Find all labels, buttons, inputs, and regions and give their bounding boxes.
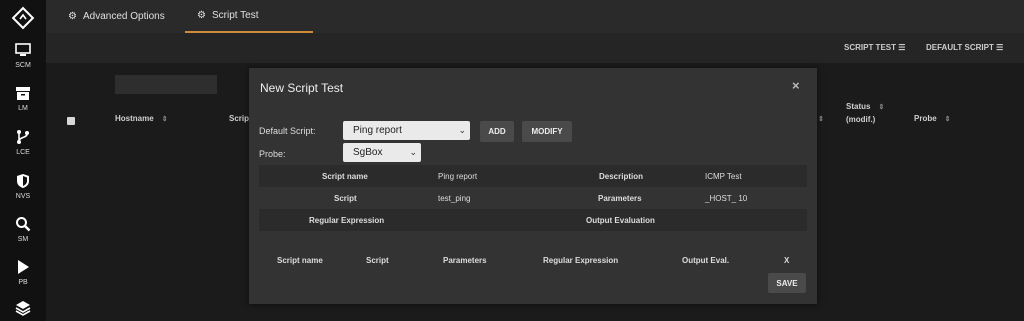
details-row-3: Regular Expression Output Evaluation [259, 209, 807, 231]
column-label: Probe [914, 114, 937, 123]
probe-label: Probe: [259, 149, 286, 159]
sidebar-item-label: LM [18, 105, 28, 112]
new-script-test-modal: New Script Test × Default Script: Ping r… [249, 68, 817, 304]
filter-input[interactable] [115, 75, 217, 94]
probe-value: SgBox [353, 147, 383, 158]
sort-icon: ⇕ [944, 116, 951, 123]
chevron-down-icon: ⌄ [458, 125, 466, 135]
default-script-value: Ping report [353, 125, 402, 136]
script-name-label: Script name [322, 172, 368, 181]
archive-icon [16, 87, 30, 100]
default-script-menu-button[interactable]: DEFAULT SCRIPT ☰ [926, 43, 1003, 52]
sidebar-item-label: SM [17, 236, 29, 243]
tab-label: Advanced Options [82, 11, 165, 22]
toolbar: SCRIPT TEST ☰ DEFAULT SCRIPT ☰ [46, 33, 1024, 63]
column-label: Status [846, 102, 871, 111]
sort-icon: ⇕ [161, 116, 168, 123]
modify-button[interactable]: MODIFY [522, 121, 572, 142]
sidebar-item-scm[interactable]: SCM [0, 41, 46, 69]
output-evaluation-label: Output Evaluation [586, 216, 655, 225]
sort-icon: ⇕ [878, 104, 885, 111]
sidebar-item-label: LCE [16, 149, 30, 156]
column-label: Hostname [115, 114, 154, 123]
menu-icon: ☰ [996, 43, 1004, 52]
top-tab-bar: ⚙ Advanced Options ⚙ Script Test [46, 0, 1024, 33]
parameters-label: Parameters [598, 194, 642, 203]
monitor-icon [15, 43, 31, 56]
column-label: Scrip [229, 114, 250, 123]
shield-icon [17, 174, 29, 188]
sidebar-item-label: PB [18, 279, 28, 286]
list-header-output-eval: Output Eval. [682, 256, 730, 265]
layers-icon [15, 301, 31, 316]
modal-title: New Script Test [260, 81, 344, 95]
details-row-2: Script test_ping Parameters _HOST_ 10 [259, 187, 807, 209]
tab-advanced-options[interactable]: ⚙ Advanced Options [68, 0, 188, 33]
logo-icon[interactable] [11, 6, 35, 30]
script-test-menu-button[interactable]: SCRIPT TEST ☰ [844, 43, 905, 52]
list-header-script-name: Script name [277, 256, 323, 265]
column-header-hostname[interactable]: Hostname ⇕ [115, 114, 168, 123]
parameters-value: _HOST_ 10 [705, 194, 748, 203]
script-test-label: SCRIPT TEST [844, 43, 897, 52]
select-all-checkbox[interactable] [67, 117, 75, 125]
sidebar-item-lce[interactable]: LCE [0, 128, 46, 156]
script-value: test_ping [438, 194, 471, 203]
regex-label: Regular Expression [309, 216, 385, 225]
sort-icon[interactable]: ⇕ [818, 114, 824, 123]
save-button[interactable]: SAVE [768, 273, 806, 293]
probe-select[interactable]: SgBox ⌄ [343, 143, 421, 162]
list-header-parameters: Parameters [443, 256, 487, 265]
default-script-label: Default Script: [259, 126, 316, 136]
details-row-1: Script name Ping report Description ICMP… [259, 165, 807, 187]
default-script-select[interactable]: Ping report ⌄ [343, 121, 470, 140]
tab-script-test[interactable]: ⚙ Script Test [185, 0, 313, 33]
sidebar-item-label: SCM [15, 62, 31, 69]
column-header-status[interactable]: Status ⇕ (modif.) [846, 101, 884, 126]
list-header-script: Script [366, 256, 389, 265]
sidebar-item-lm[interactable]: LM [0, 84, 46, 112]
search-icon [16, 217, 31, 232]
description-value: ICMP Test [705, 172, 742, 181]
script-name-value: Ping report [438, 172, 478, 181]
sidebar-item-pb[interactable]: PB [0, 258, 46, 286]
sidebar-item-label: NVS [15, 193, 31, 200]
column-label: (modif.) [846, 115, 876, 124]
sidebar-item-nvs[interactable]: NVS [0, 172, 46, 200]
gear-icon: ⚙ [68, 11, 77, 22]
sidebar-item-sm[interactable]: SM [0, 215, 46, 243]
add-button[interactable]: ADD [480, 121, 514, 142]
menu-icon: ☰ [898, 43, 906, 52]
list-header-regular-expression: Regular Expression [543, 256, 619, 265]
play-icon [18, 260, 29, 274]
column-header-script[interactable]: Scrip [229, 114, 249, 123]
gears-icon: ⚙ [197, 10, 206, 21]
default-script-label: DEFAULT SCRIPT [926, 43, 994, 52]
tab-label: Script Test [211, 10, 259, 21]
close-icon[interactable]: × [792, 78, 800, 93]
script-label: Script [334, 194, 357, 203]
branch-icon [17, 130, 29, 144]
chevron-down-icon: ⌄ [409, 147, 417, 157]
sidebar: SCM LM LCE NVS SM PB [0, 0, 46, 321]
column-header-probe[interactable]: Probe ⇕ [914, 114, 951, 123]
list-header-remove: X [784, 256, 790, 265]
description-label: Description [599, 172, 644, 181]
sidebar-item-layers[interactable] [0, 299, 46, 320]
